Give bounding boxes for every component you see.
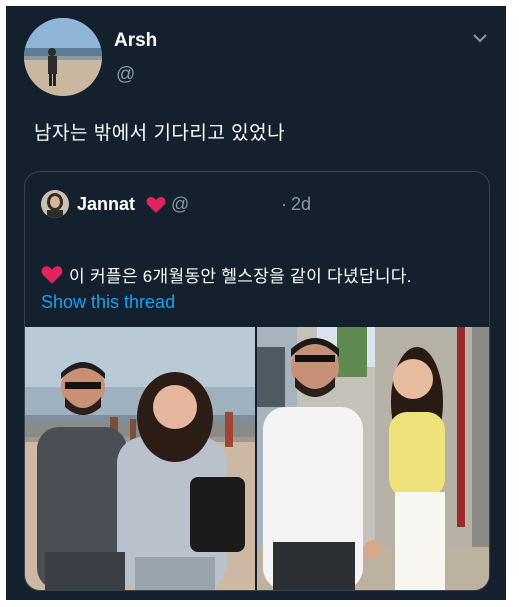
chevron-down-icon[interactable]	[470, 28, 490, 48]
photo-couple-street[interactable]	[257, 327, 489, 590]
quoted-media[interactable]	[25, 327, 489, 590]
show-thread-link[interactable]: Show this thread	[41, 292, 175, 313]
heart-icon	[146, 196, 166, 214]
quoted-tweet[interactable]: Jannat @ · 2d 이 커플은 6개월동안 헬스장을 같이 다녔답니다.…	[24, 171, 490, 591]
quoted-author-name[interactable]: Jannat	[77, 194, 135, 215]
author-name[interactable]: Arsh	[114, 30, 157, 52]
quoted-author-handle[interactable]: @	[171, 194, 189, 215]
quoted-text: 이 커플은 6개월동안 헬스장을 같이 다녔답니다.	[69, 267, 412, 286]
photo-couple-seaside[interactable]	[25, 327, 255, 590]
separator-dot: ·	[281, 194, 287, 214]
quoted-text-row: 이 커플은 6개월동안 헬스장을 같이 다녔답니다.	[41, 262, 412, 287]
author-avatar[interactable]	[24, 18, 102, 96]
quoted-timestamp[interactable]: 2d	[291, 194, 311, 215]
heart-icon	[41, 265, 63, 285]
tweet-card[interactable]: Arsh @ 남자는 밖에서 기다리고 있었나 Jannat @ · 2d 이 …	[6, 6, 506, 600]
tweet-text: 남자는 밖에서 기다리고 있었나	[34, 123, 286, 144]
quoted-author-avatar[interactable]	[41, 190, 69, 218]
author-handle[interactable]: @	[116, 64, 135, 86]
